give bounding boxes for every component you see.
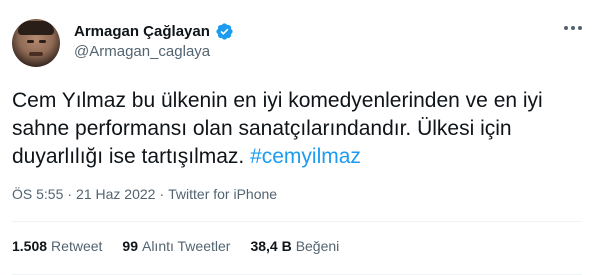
verified-badge-icon <box>215 22 234 41</box>
likes-stat[interactable]: 38,4 B Beğeni <box>250 238 339 254</box>
avatar-eye-left <box>27 40 34 43</box>
tweet-text: Cem Yılmaz bu ülkenin en iyi komedyenler… <box>12 87 582 171</box>
meta-separator: · <box>159 186 165 202</box>
retweets-stat[interactable]: 1.508 Retweet <box>12 238 102 254</box>
tweet-time[interactable]: ÖS 5:55 <box>12 186 63 202</box>
display-name[interactable]: Armagan Çağlayan <box>74 23 210 40</box>
tweet-date[interactable]: 21 Haz 2022 <box>76 186 155 202</box>
avatar-eye-right <box>39 40 46 43</box>
retweets-label: Retweet <box>51 238 103 254</box>
avatar-hair <box>18 21 54 35</box>
more-options-icon[interactable] <box>564 26 582 30</box>
user-handle[interactable]: @Armagan_caglaya <box>74 43 210 60</box>
tweet-source[interactable]: Twitter for iPhone <box>168 186 277 202</box>
engagement-stats: 1.508 Retweet 99 Alıntı Tweetler 38,4 B … <box>12 238 339 254</box>
avatar[interactable] <box>12 19 60 67</box>
more-dot <box>564 26 568 30</box>
retweets-count: 1.508 <box>12 238 48 254</box>
quotes-count: 99 <box>122 238 138 254</box>
avatar-mouth <box>29 52 43 56</box>
more-dot <box>571 26 575 30</box>
likes-label: Beğeni <box>295 238 340 254</box>
quotes-label: Alıntı Tweetler <box>141 238 231 254</box>
more-dot <box>578 26 582 30</box>
divider <box>12 221 582 222</box>
tweet-meta: ÖS 5:55 · 21 Haz 2022 · Twitter for iPho… <box>12 186 277 202</box>
quotes-stat[interactable]: 99 Alıntı Tweetler <box>122 238 230 254</box>
hashtag-link[interactable]: #cemyilmaz <box>250 145 361 168</box>
meta-separator: · <box>67 186 73 202</box>
likes-count: 38,4 B <box>250 238 292 254</box>
tweet-card: Armagan Çağlayan @Armagan_caglaya Cem Yı… <box>0 0 592 275</box>
author-name-row: Armagan Çağlayan <box>74 22 234 41</box>
